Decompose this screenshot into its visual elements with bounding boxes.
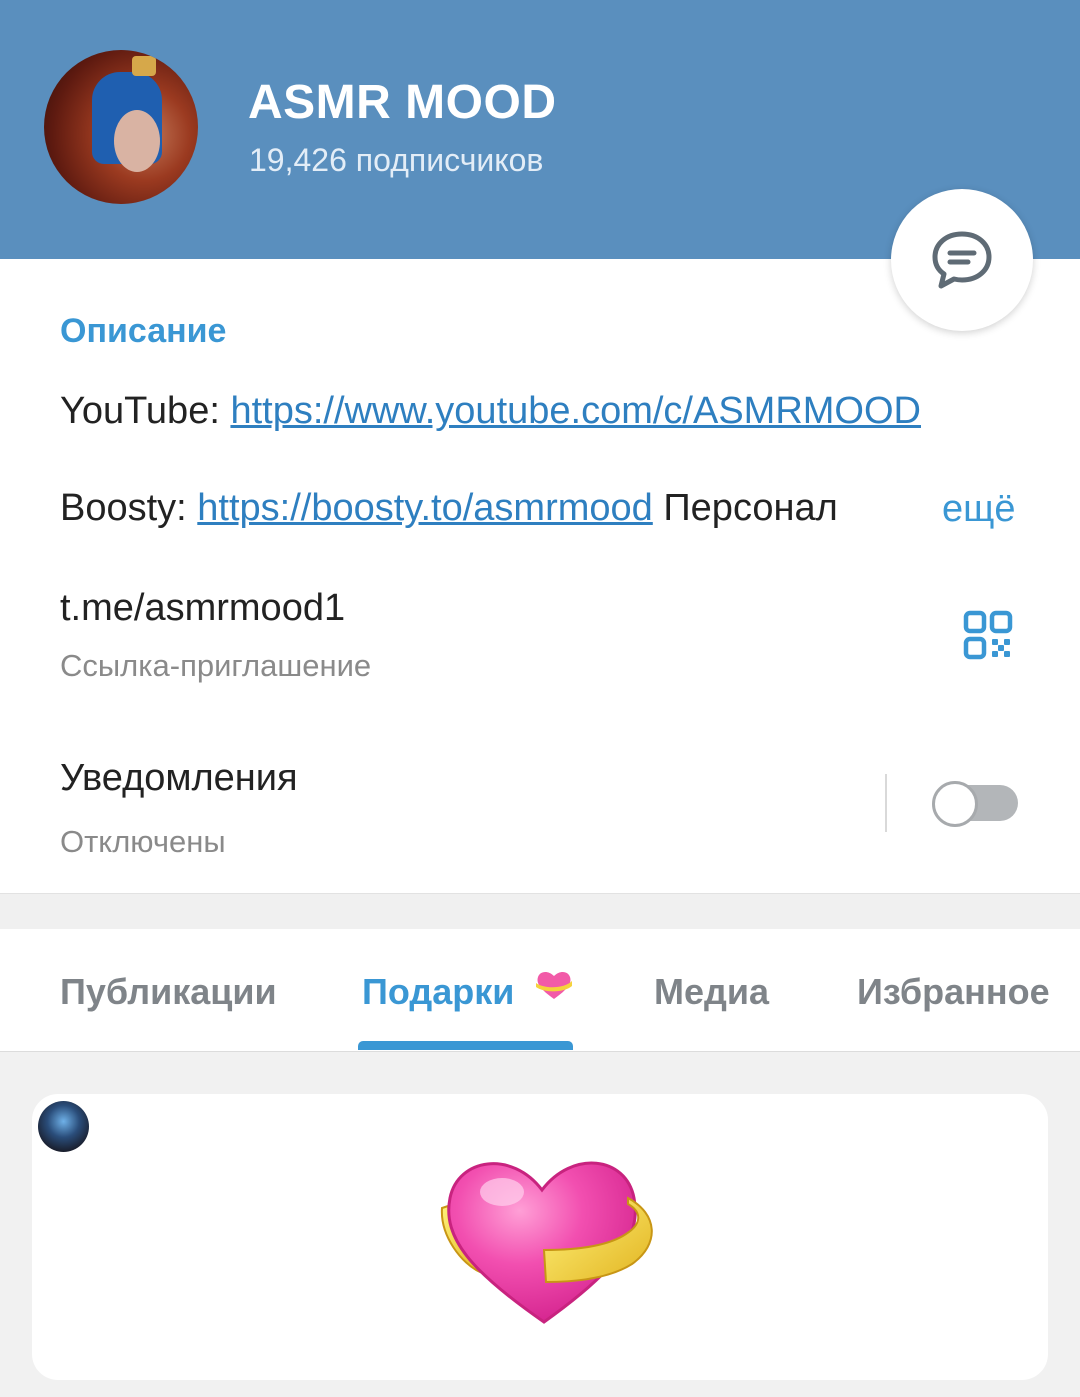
youtube-label: YouTube: (60, 390, 220, 432)
channel-avatar[interactable] (44, 50, 198, 204)
boosty-line: Boosty: https://boosty.to/asmrmood Персо… (60, 487, 838, 530)
chat-button[interactable] (891, 189, 1033, 331)
notifications-toggle[interactable] (932, 781, 1018, 827)
tab-media[interactable]: Медиа (654, 971, 769, 1013)
invite-link-label: Ссылка-приглашение (60, 648, 372, 683)
youtube-link[interactable]: https://www.youtube.com/c/ASMRMOOD (230, 390, 921, 432)
gift-sender-avatar[interactable] (38, 1101, 89, 1152)
tab-publications[interactable]: Публикации (60, 971, 277, 1013)
chat-bubble-icon (932, 231, 992, 289)
active-tab-indicator (358, 1041, 573, 1050)
notifications-status: Отключены (60, 824, 226, 859)
description-title: Описание (60, 312, 227, 350)
section-gap (0, 893, 1080, 930)
tab-bar: Публикации Подарки Медиа Избранное (0, 929, 1080, 1052)
notifications-title[interactable]: Уведомления (60, 757, 298, 800)
tab-gifts-label: Подарки (362, 971, 515, 1012)
show-more-button[interactable]: ещё (942, 488, 1016, 531)
boosty-link[interactable]: https://boosty.to/asmrmood (197, 487, 653, 529)
vertical-divider (885, 774, 887, 832)
tab-favorites[interactable]: Избранное (857, 971, 1050, 1013)
channel-title: ASMR MOOD (248, 76, 557, 129)
subscriber-count: 19,426 подписчиков (249, 142, 544, 178)
text-fade (860, 486, 940, 536)
avatar-face (114, 110, 160, 172)
avatar-headpiece (132, 56, 156, 76)
tab-gifts[interactable]: Подарки (362, 971, 574, 1013)
invite-link[interactable]: t.me/asmrmood1 (60, 587, 345, 630)
boosty-label: Boosty: (60, 487, 187, 529)
heart-ribbon-gift-icon (440, 1161, 653, 1324)
heart-ribbon-icon (536, 972, 573, 1000)
qr-code-icon[interactable] (963, 610, 1013, 660)
youtube-line: YouTube: https://www.youtube.com/c/ASMRM… (60, 390, 921, 433)
boosty-tail-text: Персонал (663, 487, 838, 529)
toggle-knob (932, 781, 978, 827)
